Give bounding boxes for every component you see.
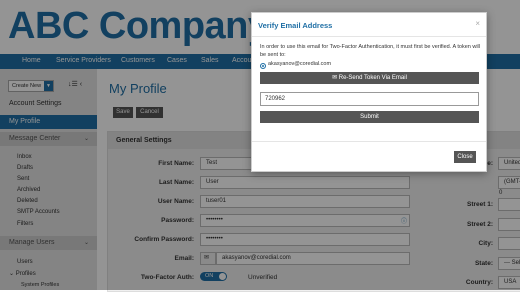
resend-token-button[interactable]: ✉ Re-Send Token Via Email xyxy=(260,72,479,84)
close-icon[interactable]: × xyxy=(475,19,480,28)
email-radio-label[interactable]: akasyanov@coredial.com xyxy=(268,61,331,67)
email-radio[interactable] xyxy=(260,63,266,69)
modal-divider xyxy=(252,36,486,37)
token-input[interactable]: 720962 xyxy=(260,92,479,106)
modal-footer-divider xyxy=(252,141,486,142)
modal-title: Verify Email Address xyxy=(258,21,333,30)
close-button[interactable]: Close xyxy=(454,151,476,163)
resend-token-label: Re-Send Token Via Email xyxy=(338,75,407,81)
envelope-icon: ✉ xyxy=(332,75,339,81)
verify-email-modal: Verify Email Address × In order to use t… xyxy=(251,12,487,172)
submit-button[interactable]: Submit xyxy=(260,111,479,123)
modal-message: In order to use this email for Two-Facto… xyxy=(260,44,480,58)
